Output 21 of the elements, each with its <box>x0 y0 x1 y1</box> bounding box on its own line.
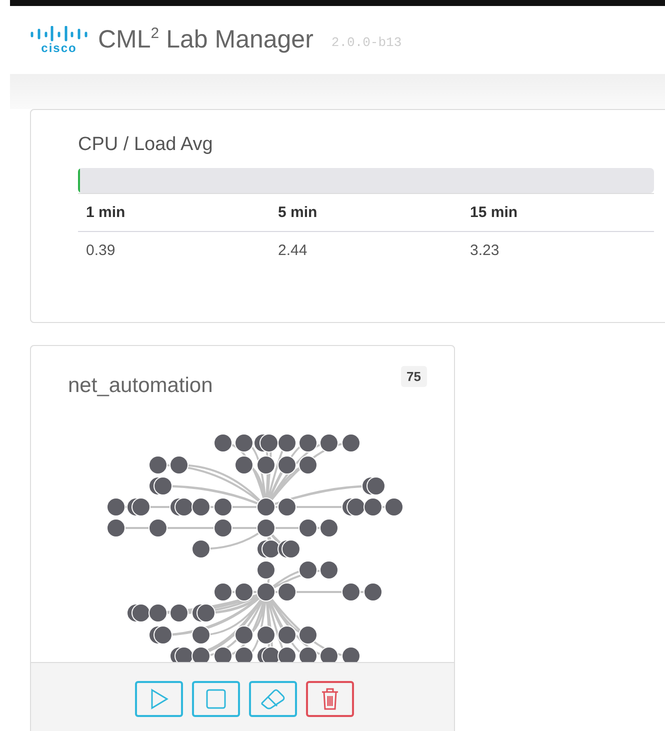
stop-button[interactable] <box>192 681 240 717</box>
column-header: 1 min <box>78 194 270 232</box>
wipe-button[interactable] <box>249 681 297 717</box>
node-count-badge: 75 <box>400 366 427 387</box>
lab-name: net_automation <box>68 374 213 398</box>
app-title: CML$^{2}$ Lab Manager <box>98 25 314 55</box>
logo-bars-icon <box>30 26 88 42</box>
column-header: 5 min <box>270 194 462 232</box>
stop-icon <box>205 688 227 710</box>
trash-icon <box>321 688 339 710</box>
start-button[interactable] <box>135 681 183 717</box>
delete-button[interactable] <box>306 681 354 717</box>
table-cell: 0.39 <box>78 232 270 269</box>
column-header: 15 min <box>462 194 654 232</box>
logo-text: cisco <box>41 42 77 54</box>
table-cell: 2.44 <box>270 232 462 269</box>
lab-card[interactable]: net_automation 75 <box>30 345 455 731</box>
table-cell: 3.23 <box>462 232 654 269</box>
play-icon <box>149 688 169 710</box>
card-title: CPU / Load Avg <box>78 134 214 156</box>
eraser-icon <box>260 688 286 710</box>
